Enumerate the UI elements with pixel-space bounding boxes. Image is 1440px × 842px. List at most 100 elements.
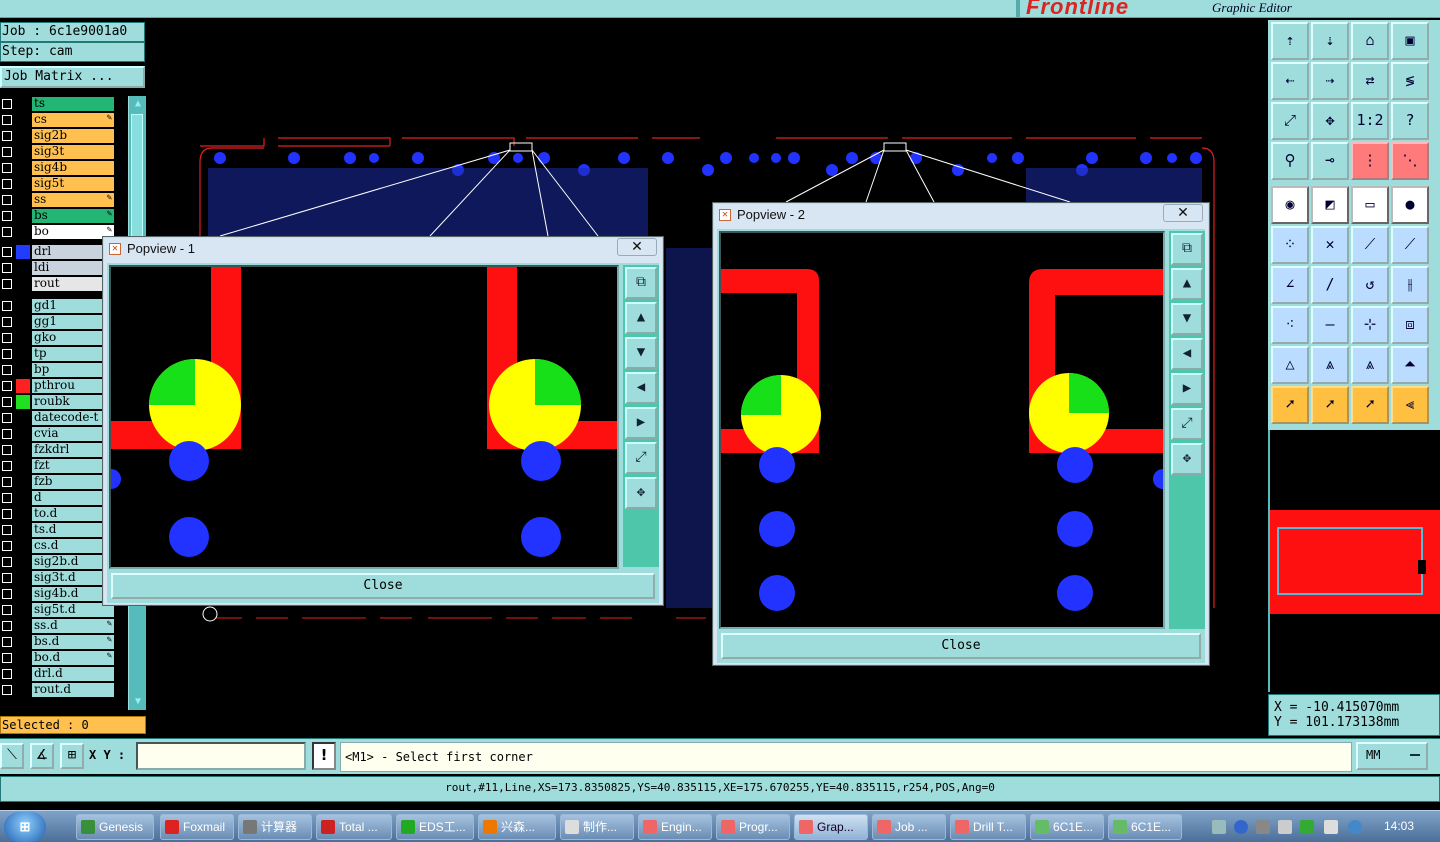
layer-row[interactable]: fzb	[0, 474, 118, 490]
layer-row[interactable]: drl.d	[0, 666, 118, 682]
layer-row[interactable]: tp	[0, 346, 118, 362]
pan-down-icon[interactable]: ▼	[625, 337, 657, 369]
layer-name[interactable]: cs	[32, 113, 114, 127]
surface-tool-icon[interactable]: ◩	[1311, 186, 1349, 224]
layer-name[interactable]: ts	[32, 97, 114, 111]
layer-row[interactable]: rout	[0, 276, 118, 292]
layer-row[interactable]: bo.d ✎	[0, 650, 118, 666]
layer-row[interactable]: ldi	[0, 260, 118, 276]
units-select[interactable]: MM	[1356, 742, 1428, 770]
scroll-up-icon[interactable]: ▲	[132, 98, 144, 110]
layer-row[interactable]: ss ✎	[0, 192, 118, 208]
taskbar-item[interactable]: Progr...	[716, 814, 790, 840]
close-icon[interactable]: ✕	[1163, 204, 1203, 222]
layer-row[interactable]: drl	[0, 244, 118, 260]
scale-1-2-icon[interactable]: 1:2	[1351, 102, 1389, 140]
node-edit-icon[interactable]: ⁘	[1271, 226, 1309, 264]
pan-right-icon[interactable]: ▶	[625, 407, 657, 439]
layer-checkbox[interactable]	[2, 557, 12, 567]
layer-row[interactable]: cs.d	[0, 538, 118, 554]
ruler-icon[interactable]: ▭	[1351, 186, 1389, 224]
layer-row[interactable]: ts	[0, 96, 118, 112]
mirror-icon[interactable]: ⇄	[1351, 62, 1389, 100]
help-icon[interactable]: ?	[1391, 102, 1429, 140]
layer-checkbox[interactable]	[2, 685, 12, 695]
layer-name[interactable]: bo.d	[32, 651, 114, 665]
slash-line-icon[interactable]: /	[1311, 266, 1349, 304]
layer-checkbox[interactable]	[2, 669, 12, 679]
layer-row[interactable]: cvia	[0, 426, 118, 442]
zoom-window-icon[interactable]: ⧉	[1171, 233, 1203, 265]
layer-row[interactable]: sig5t.d	[0, 602, 118, 618]
align-center-icon[interactable]: ⊹	[1351, 306, 1389, 344]
triangle-up-icon[interactable]: ⩓	[1311, 346, 1349, 384]
layer-checkbox[interactable]	[2, 263, 12, 273]
layer-row[interactable]: gd1	[0, 298, 118, 314]
select-box-icon[interactable]: ➚	[1311, 386, 1349, 424]
layer-checkbox[interactable]	[2, 509, 12, 519]
layer-checkbox[interactable]	[2, 637, 12, 647]
intersect-icon[interactable]: ✕	[1311, 226, 1349, 264]
layer-checkbox[interactable]	[2, 99, 12, 109]
start-button[interactable]: ⊞	[4, 812, 46, 842]
popview-2-zoom-view[interactable]	[719, 231, 1165, 629]
network-icon[interactable]	[1324, 820, 1338, 834]
triangle-wide-icon[interactable]: ⩓	[1351, 346, 1389, 384]
layer-row[interactable]: ts.d	[0, 522, 118, 538]
line-cut-icon[interactable]: –	[1311, 306, 1349, 344]
layer-row[interactable]: bs.d ✎	[0, 634, 118, 650]
layer-checkbox[interactable]	[2, 163, 12, 173]
taskbar-item[interactable]: 6C1E...	[1108, 814, 1182, 840]
layer-checkbox[interactable]	[2, 541, 12, 551]
pan-up-tool-icon[interactable]: ⇡	[1271, 22, 1309, 60]
zoom-out-icon[interactable]: ⤢	[625, 442, 657, 474]
layer-checkbox[interactable]	[2, 247, 12, 257]
layer-checkbox[interactable]	[2, 131, 12, 141]
zoom-in-icon[interactable]: ✥	[1171, 443, 1203, 475]
help-tray-icon[interactable]	[1234, 820, 1248, 834]
zoom-area-icon[interactable]: ▣	[1391, 22, 1429, 60]
keyboard-icon[interactable]	[1212, 820, 1226, 834]
layer-row[interactable]: sig4b.d	[0, 586, 118, 602]
layer-name[interactable]: sig4b	[32, 161, 114, 175]
arc-tool-icon[interactable]: ↺	[1351, 266, 1389, 304]
layer-row[interactable]: gko	[0, 330, 118, 346]
layer-checkbox[interactable]	[2, 397, 12, 407]
minimap[interactable]	[1268, 430, 1440, 692]
taskbar-item[interactable]: Total ...	[316, 814, 392, 840]
layer-checkbox[interactable]	[2, 179, 12, 189]
pan-right-tool-icon[interactable]: ⇢	[1311, 62, 1349, 100]
pan-up-icon[interactable]: ▲	[625, 302, 657, 334]
layer-checkbox[interactable]	[2, 653, 12, 663]
layer-checkbox[interactable]	[2, 301, 12, 311]
layer-checkbox[interactable]	[2, 477, 12, 487]
layer-row[interactable]: datecode-t	[0, 410, 118, 426]
layer-row[interactable]: sig2b	[0, 128, 118, 144]
measure-icon[interactable]: ⚲	[1271, 142, 1309, 180]
select-net-icon[interactable]: ⫷	[1391, 386, 1429, 424]
taskbar-item[interactable]: Genesis	[76, 814, 154, 840]
show-hidden-icon[interactable]	[1278, 820, 1292, 834]
popview-1-zoom-view[interactable]	[109, 265, 619, 569]
taskbar-item[interactable]: 制作...	[560, 814, 634, 840]
grid-icon[interactable]: ⊞	[60, 743, 84, 769]
layer-row[interactable]: sig4b	[0, 160, 118, 176]
flag-icon[interactable]	[1256, 820, 1270, 834]
layer-name[interactable]: drl.d	[32, 667, 114, 681]
popview-2-window[interactable]: ✕ Popview - 2 ✕ ⧉ ▲ ▼ ◀ ▶ ⤢ ✥ Close	[712, 202, 1210, 666]
triangle-flat-icon[interactable]: ⏶	[1391, 346, 1429, 384]
taskbar-item[interactable]: Engin...	[638, 814, 712, 840]
layer-row[interactable]: gg1	[0, 314, 118, 330]
warning-button[interactable]: !	[312, 742, 336, 770]
layer-row[interactable]: cs ✎	[0, 112, 118, 128]
taskbar-item[interactable]: Foxmail	[160, 814, 234, 840]
layer-row[interactable]: fzt	[0, 458, 118, 474]
layer-row[interactable]: bs ✎	[0, 208, 118, 224]
layer-checkbox[interactable]	[2, 525, 12, 535]
popview-1-window[interactable]: ✕ Popview - 1 ✕ ⧉ ▲ ▼ ◀ ▶ ⤢ ✥ Close	[102, 236, 664, 606]
layer-checkbox[interactable]	[2, 317, 12, 327]
taskbar-item[interactable]: Job ...	[872, 814, 946, 840]
layer-checkbox[interactable]	[2, 279, 12, 289]
layer-name[interactable]: rout.d	[32, 683, 114, 697]
pad-move-icon[interactable]: ⁖	[1271, 306, 1309, 344]
